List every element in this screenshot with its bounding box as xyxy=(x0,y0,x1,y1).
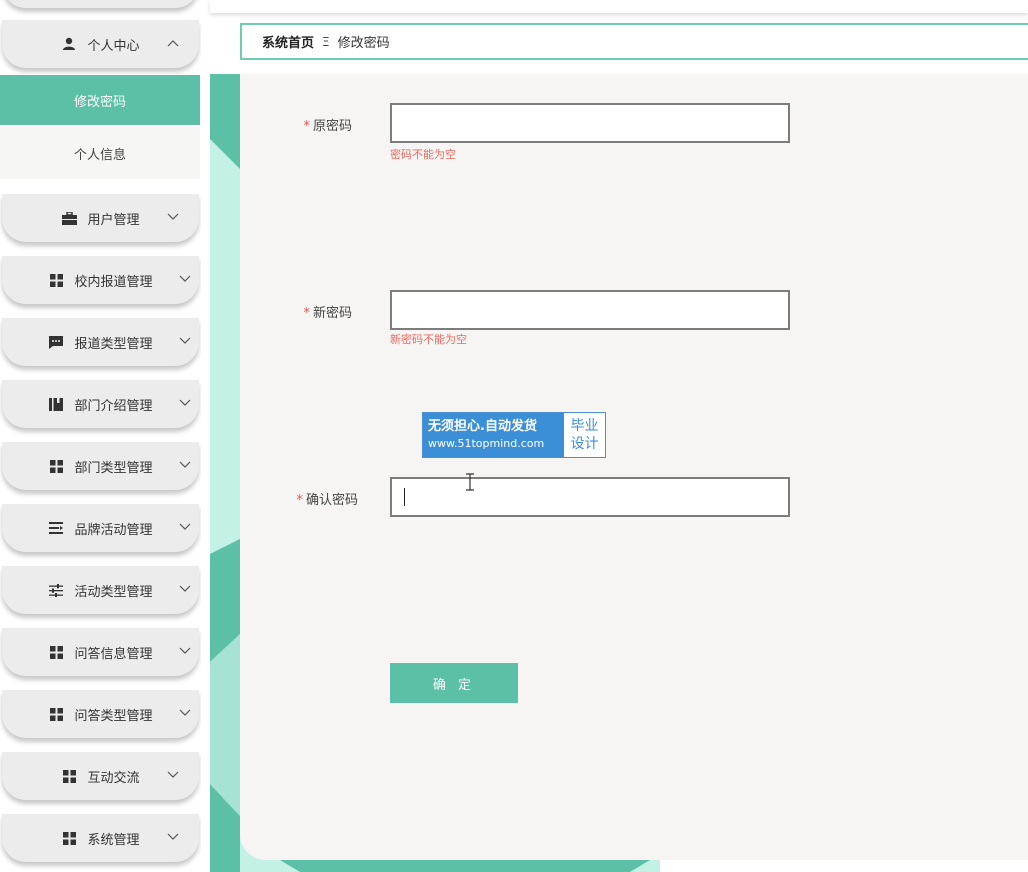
sidebar-subitem-change-password[interactable]: 修改密码 xyxy=(0,75,200,125)
sidebar-item-qa-info[interactable]: 问答信息管理 xyxy=(2,628,199,676)
watermark-right2: 设计 xyxy=(570,436,599,452)
list-icon xyxy=(48,520,64,536)
confirm-button[interactable]: 确 定 xyxy=(390,663,518,703)
sidebar-item-label: 部门介绍管理 xyxy=(74,398,153,414)
sidebar-item-label: 问答信息管理 xyxy=(74,646,153,662)
breadcrumb-home-link[interactable]: 系统首页 xyxy=(262,32,314,51)
old-password-label-text: 原密码 xyxy=(312,119,352,134)
grid-icon xyxy=(48,458,64,474)
sidebar-subitem-personal-info[interactable]: 个人信息 xyxy=(0,127,200,179)
confirm-password-label-text: 确认密码 xyxy=(305,493,358,508)
sidebar-item-label: 问答类型管理 xyxy=(74,708,153,724)
chevron-down-icon xyxy=(177,395,193,411)
sidebar-item-department-intro[interactable]: 部门介绍管理 xyxy=(2,380,199,428)
sidebar-item-label: 用户管理 xyxy=(87,212,140,228)
chevron-up-icon xyxy=(165,35,181,51)
grid-icon xyxy=(48,644,64,660)
watermark-line1: 无须担心.自动发货 xyxy=(428,419,537,434)
sidebar-item-label: 校内报道管理 xyxy=(74,274,153,290)
sidebar-menu-top-stub[interactable] xyxy=(2,0,199,8)
old-password-label: * 原密码 xyxy=(232,115,352,134)
sidebar-item-news-type[interactable]: 报道类型管理 xyxy=(2,318,199,366)
breadcrumb-current: 修改密码 xyxy=(337,36,390,51)
sidebar-item-label: 部门类型管理 xyxy=(74,460,153,476)
sidebar-item-label: 互动交流 xyxy=(87,770,140,786)
sidebar-item-label: 个人中心 xyxy=(87,38,140,54)
briefcase-icon xyxy=(61,210,77,226)
sidebar-item-brand-activity[interactable]: 品牌活动管理 xyxy=(2,504,199,552)
watermark-line2: www.51topmind.com xyxy=(428,437,545,450)
old-password-input[interactable] xyxy=(390,103,790,143)
chevron-down-icon xyxy=(165,767,181,783)
user-icon xyxy=(61,36,77,52)
book-icon xyxy=(48,396,64,412)
sidebar-item-department-type[interactable]: 部门类型管理 xyxy=(2,442,199,490)
sidebar-item-user-management[interactable]: 用户管理 xyxy=(2,194,199,242)
watermark-badge: 无须担心.自动发货 www.51topmind.com 毕业 设计 xyxy=(422,412,606,458)
chevron-down-icon xyxy=(177,643,193,659)
watermark-right1: 毕业 xyxy=(570,418,599,434)
grid-icon xyxy=(61,830,77,846)
watermark-right: 毕业 设计 xyxy=(564,413,605,457)
top-bar xyxy=(210,0,1028,13)
new-password-label: * 新密码 xyxy=(232,302,352,321)
grid-icon xyxy=(48,706,64,722)
sidebar-item-interaction[interactable]: 互动交流 xyxy=(2,752,199,800)
chevron-down-icon xyxy=(177,519,193,535)
sidebar-item-qa-type[interactable]: 问答类型管理 xyxy=(2,690,199,738)
required-mark: * xyxy=(303,306,310,321)
watermark-left: 无须担心.自动发货 www.51topmind.com xyxy=(423,413,564,457)
sidebar-item-label: 系统管理 xyxy=(87,832,140,848)
text-cursor-icon xyxy=(466,473,474,491)
chevron-down-icon xyxy=(177,457,193,473)
chevron-down-icon xyxy=(177,333,193,349)
confirm-password-label: * 确认密码 xyxy=(238,489,358,508)
sidebar: 个人中心 修改密码 个人信息 用户管理 校内报道管理 报道类型管理 部门介绍管理… xyxy=(0,0,201,872)
sidebar-item-campus-news[interactable]: 校内报道管理 xyxy=(2,256,199,304)
chevron-down-icon xyxy=(177,581,193,597)
chevron-down-icon xyxy=(177,705,193,721)
sidebar-item-label: 品牌活动管理 xyxy=(74,522,153,538)
sidebar-item-activity-type[interactable]: 活动类型管理 xyxy=(2,566,199,614)
sidebar-item-personal-center[interactable]: 个人中心 xyxy=(2,20,199,68)
new-password-label-text: 新密码 xyxy=(312,306,352,321)
chevron-down-icon xyxy=(165,209,181,225)
new-password-error: 新密码不能为空 xyxy=(390,333,467,346)
sidebar-item-label: 活动类型管理 xyxy=(74,584,153,600)
form-panel xyxy=(240,74,1028,860)
confirm-password-input[interactable] xyxy=(390,477,790,517)
message-icon xyxy=(48,334,64,350)
text-caret xyxy=(404,488,405,506)
grid-icon xyxy=(61,768,77,784)
breadcrumb: 系统首页 Ξ 修改密码 xyxy=(240,23,1028,60)
required-mark: * xyxy=(303,119,310,134)
grid-icon xyxy=(48,272,64,288)
old-password-error: 密码不能为空 xyxy=(390,148,456,161)
breadcrumb-separator: Ξ xyxy=(322,34,330,49)
sidebar-item-label: 报道类型管理 xyxy=(74,336,153,352)
required-mark: * xyxy=(296,493,303,508)
sliders-icon xyxy=(48,582,64,598)
chevron-down-icon xyxy=(165,829,181,845)
sidebar-item-system[interactable]: 系统管理 xyxy=(2,814,199,862)
new-password-input[interactable] xyxy=(390,290,790,330)
chevron-down-icon xyxy=(177,271,193,287)
